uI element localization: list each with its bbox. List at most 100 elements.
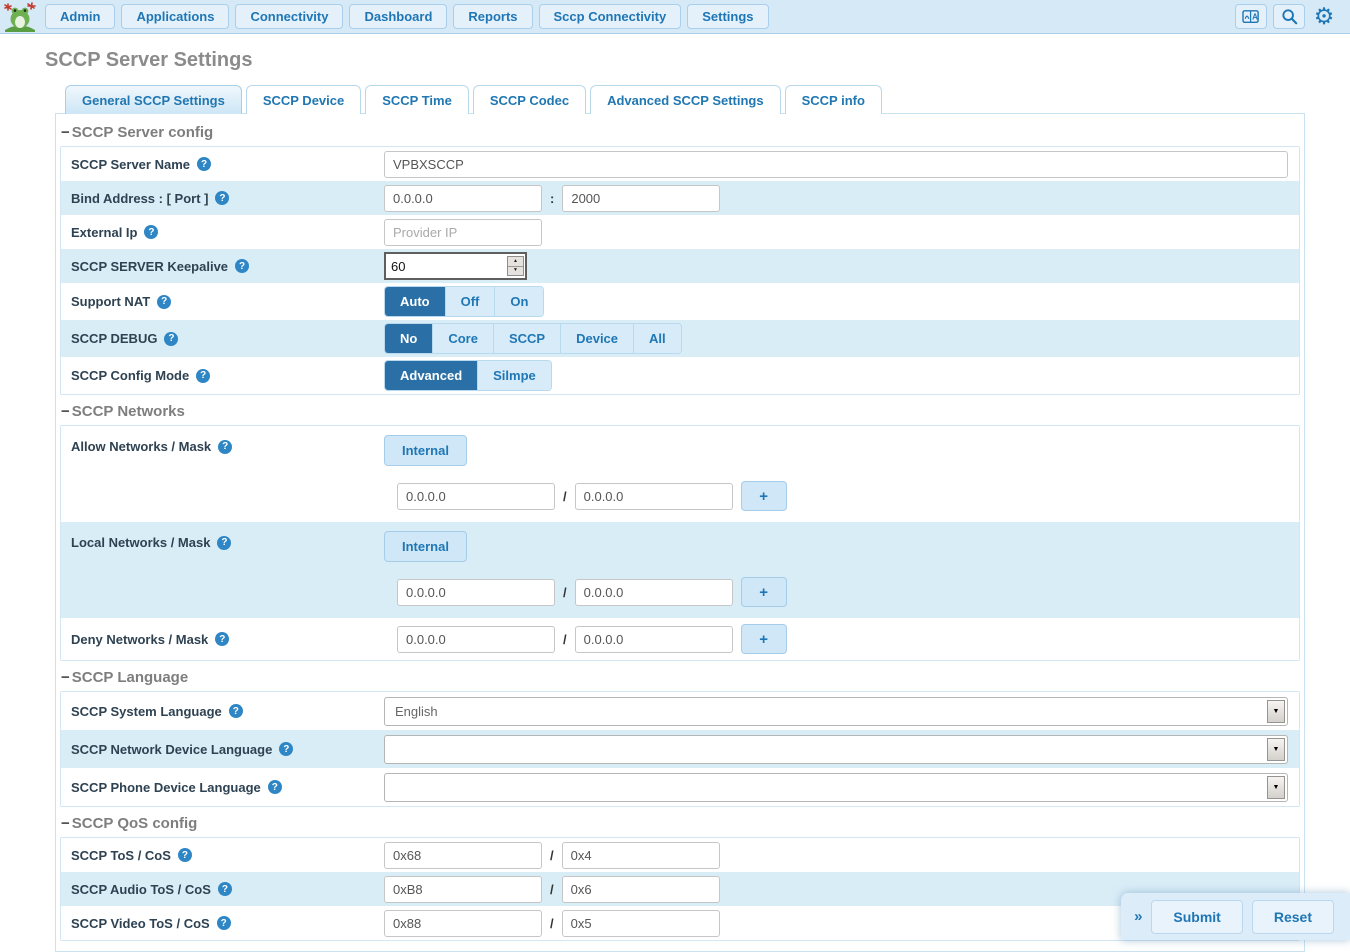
help-icon[interactable]: ? (217, 536, 231, 550)
tab-sccp-device[interactable]: SCCP Device (246, 85, 361, 114)
page-title: SCCP Server Settings (45, 49, 1350, 72)
label-text: SCCP ToS / CoS (71, 848, 171, 863)
nat-option-off[interactable]: Off (446, 287, 496, 316)
video-tos-input[interactable] (384, 910, 542, 937)
mode-option-silmpe[interactable]: Silmpe (478, 361, 551, 390)
settings-gear-button[interactable]: ⚙ (1308, 3, 1340, 31)
help-icon[interactable]: ? (217, 916, 231, 930)
number-spinner[interactable]: ▲ ▼ (507, 256, 524, 276)
phone-device-language-select[interactable]: ▼ (384, 773, 1288, 802)
field-label: SCCP Video ToS / CoS ? (71, 916, 384, 931)
audio-cos-input[interactable] (562, 876, 720, 903)
help-icon[interactable]: ? (164, 332, 178, 346)
allow-network-input[interactable] (397, 483, 555, 510)
field-label: SCCP SERVER Keepalive ? (71, 259, 384, 274)
debug-option-sccp[interactable]: SCCP (494, 324, 561, 353)
section-title-text: SCCP Server config (72, 124, 213, 141)
reset-button[interactable]: Reset (1252, 900, 1334, 934)
help-icon[interactable]: ? (229, 704, 243, 718)
local-add-button[interactable]: + (741, 577, 787, 607)
help-icon[interactable]: ? (215, 191, 229, 205)
cos-input[interactable] (562, 842, 720, 869)
collapse-icon[interactable]: − (61, 669, 70, 686)
nav-item-dashboard[interactable]: Dashboard (349, 4, 447, 30)
collapse-icon[interactable]: − (61, 403, 70, 420)
local-internal-button[interactable]: Internal (384, 531, 467, 562)
nav-item-applications[interactable]: Applications (121, 4, 229, 30)
keepalive-input[interactable] (384, 252, 527, 280)
deny-network-input[interactable] (397, 626, 555, 653)
search-button[interactable] (1273, 4, 1305, 29)
nat-option-on[interactable]: On (495, 287, 543, 316)
tab-general-sccp-settings[interactable]: General SCCP Settings (65, 85, 242, 114)
field-label: Allow Networks / Mask ? (71, 429, 384, 454)
field-row-audio-tos: SCCP Audio ToS / CoS ? / (61, 872, 1299, 906)
help-icon[interactable]: ? (144, 225, 158, 239)
spinner-up-icon[interactable]: ▲ (508, 257, 523, 267)
spinner-down-icon[interactable]: ▼ (508, 267, 523, 276)
video-cos-input[interactable] (562, 910, 720, 937)
deny-mask-input[interactable] (575, 626, 733, 653)
support-nat-toggle-group: Auto Off On (384, 286, 544, 317)
allow-internal-button[interactable]: Internal (384, 435, 467, 466)
help-icon[interactable]: ? (215, 632, 229, 646)
label-text: Bind Address : [ Port ] (71, 191, 208, 206)
tab-content: − SCCP Server config SCCP Server Name ? … (55, 113, 1305, 952)
nat-option-auto[interactable]: Auto (385, 287, 446, 316)
help-icon[interactable]: ? (235, 259, 249, 273)
label-text: SCCP Server Name (71, 157, 190, 172)
label-text: SCCP Phone Device Language (71, 780, 261, 795)
chevron-down-icon[interactable]: ▼ (1267, 738, 1285, 761)
help-icon[interactable]: ? (218, 882, 232, 896)
svg-text:A: A (1252, 12, 1258, 21)
mode-option-advanced[interactable]: Advanced (385, 361, 478, 390)
tab-sccp-time[interactable]: SCCP Time (365, 85, 469, 114)
collapse-icon[interactable]: − (61, 124, 70, 141)
nav-item-reports[interactable]: Reports (453, 4, 532, 30)
bind-port-input[interactable] (562, 185, 720, 212)
help-icon[interactable]: ? (268, 780, 282, 794)
settings-tabs: General SCCP Settings SCCP Device SCCP T… (65, 85, 1305, 113)
tab-sccp-info[interactable]: SCCP info (785, 85, 882, 114)
debug-option-device[interactable]: Device (561, 324, 634, 353)
allow-mask-input[interactable] (575, 483, 733, 510)
language-button[interactable]: A (1235, 4, 1267, 29)
help-icon[interactable]: ? (197, 157, 211, 171)
external-ip-input[interactable] (384, 219, 542, 246)
nav-item-sccp-connectivity[interactable]: Sccp Connectivity (539, 4, 682, 30)
collapse-icon[interactable]: − (61, 815, 70, 832)
tab-sccp-codec[interactable]: SCCP Codec (473, 85, 586, 114)
bind-address-input[interactable] (384, 185, 542, 212)
label-text: Support NAT (71, 294, 150, 309)
audio-tos-input[interactable] (384, 876, 542, 903)
debug-option-all[interactable]: All (634, 324, 681, 353)
field-row-server-name: SCCP Server Name ? (61, 147, 1299, 181)
collapse-bar-icon[interactable]: » (1134, 908, 1142, 925)
tab-advanced-sccp-settings[interactable]: Advanced SCCP Settings (590, 85, 781, 114)
slash-separator: / (550, 848, 554, 863)
label-text: SCCP Video ToS / CoS (71, 916, 210, 931)
debug-option-core[interactable]: Core (433, 324, 494, 353)
debug-option-no[interactable]: No (385, 324, 433, 353)
submit-button[interactable]: Submit (1151, 900, 1242, 934)
help-icon[interactable]: ? (218, 440, 232, 454)
deny-add-button[interactable]: + (741, 624, 787, 654)
help-icon[interactable]: ? (279, 742, 293, 756)
chevron-down-icon[interactable]: ▼ (1267, 776, 1285, 799)
top-nav: Admin Applications Connectivity Dashboar… (0, 0, 1350, 34)
nav-item-settings[interactable]: Settings (687, 4, 768, 30)
network-device-language-select[interactable]: ▼ (384, 735, 1288, 764)
chevron-down-icon[interactable]: ▼ (1267, 700, 1285, 723)
nav-item-connectivity[interactable]: Connectivity (235, 4, 343, 30)
tos-input[interactable] (384, 842, 542, 869)
system-language-select[interactable]: English ▼ (384, 697, 1288, 726)
help-icon[interactable]: ? (157, 295, 171, 309)
help-icon[interactable]: ? (196, 369, 210, 383)
field-row-tos: SCCP ToS / CoS ? / (61, 838, 1299, 872)
allow-add-button[interactable]: + (741, 481, 787, 511)
server-name-input[interactable] (384, 151, 1288, 178)
local-mask-input[interactable] (575, 579, 733, 606)
local-network-input[interactable] (397, 579, 555, 606)
nav-item-admin[interactable]: Admin (45, 4, 115, 30)
help-icon[interactable]: ? (178, 848, 192, 862)
